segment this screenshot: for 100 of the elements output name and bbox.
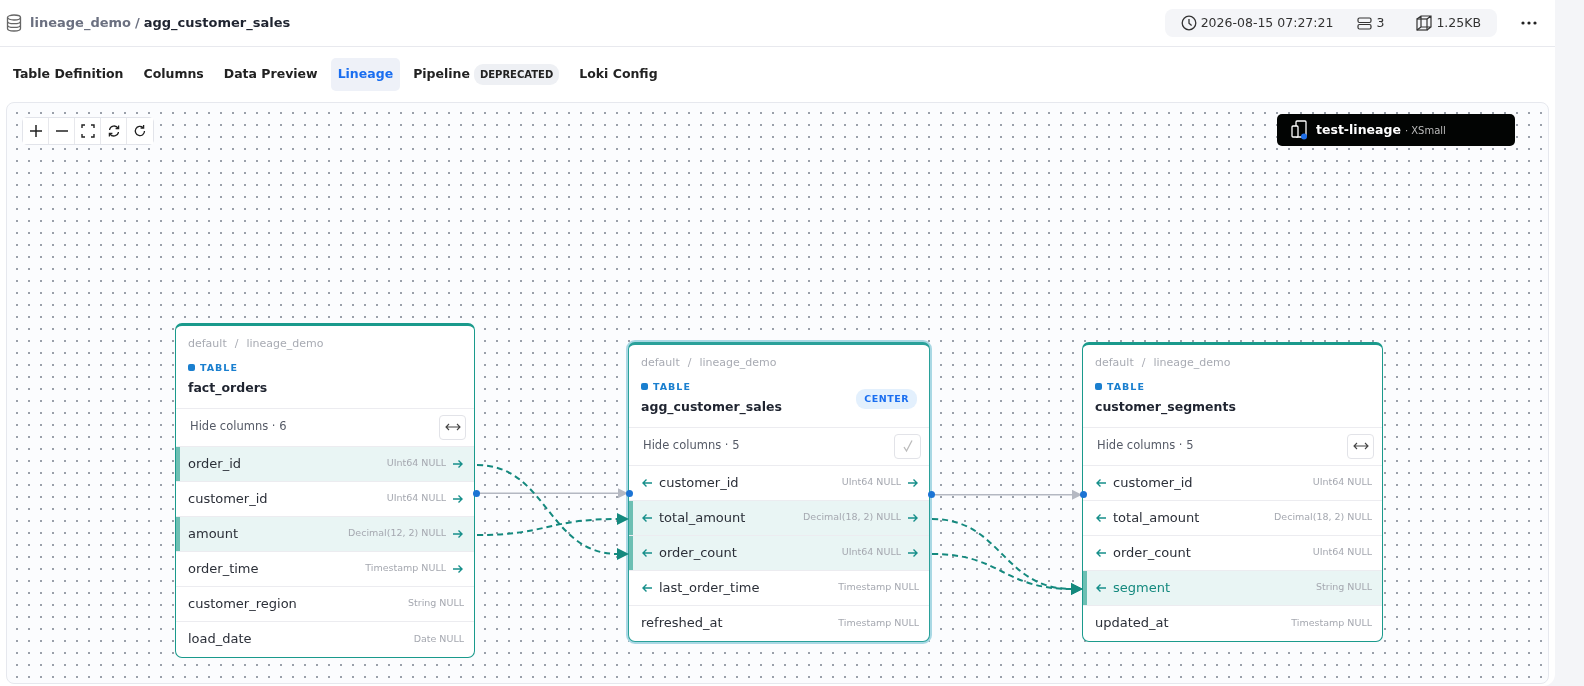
tab[interactable]: Loki Config	[572, 58, 665, 91]
tab[interactable]: Columns	[136, 58, 211, 91]
column-name: segment	[1113, 578, 1172, 597]
path-separator: /	[234, 336, 239, 352]
expand-icon[interactable]	[444, 423, 461, 431]
column-row[interactable]: order_count UInt64 NULL	[1083, 535, 1382, 571]
table-node[interactable]	[628, 342, 930, 642]
left-arrow-icon	[1095, 582, 1107, 593]
right-arrow-icon	[907, 477, 919, 488]
right-arrow-icon	[452, 563, 464, 574]
handle-dot[interactable]	[927, 491, 935, 499]
left-arrow-icon	[1095, 477, 1107, 488]
column-row[interactable]: customer_id UInt64 NULL	[176, 481, 474, 517]
column-type: UInt64 NULL	[841, 545, 901, 560]
node-type: TABLE	[1107, 379, 1145, 394]
column-name: order_id	[188, 454, 243, 473]
table-node[interactable]: default / lineage_demo TABLE customer_segments Hide columns · 5 customer_id UInt64 NULL total_amount Decimal(18, 2) NULL order_count UInt64 NULL segment String NULL updated_at Timestamp NULL	[1082, 342, 1383, 642]
more-icon[interactable]	[1521, 21, 1537, 25]
database-name: lineage_demo	[699, 355, 777, 371]
deprecated-tag: DEPRECATED	[473, 64, 560, 85]
column-type: UInt64 NULL	[386, 456, 446, 471]
column-type: UInt64 NULL	[386, 491, 446, 506]
catalog-name: default	[1095, 355, 1134, 371]
column-row[interactable]: order_id UInt64 NULL	[176, 446, 474, 482]
node-title: fact_orders	[188, 378, 268, 398]
left-arrow-icon	[641, 477, 653, 488]
tab[interactable]: Lineage	[330, 58, 401, 91]
tab[interactable]: Table Definition	[6, 58, 131, 91]
warehouse-chip[interactable]: test-lineage · XSmall	[1277, 114, 1515, 146]
expand-icon[interactable]	[1352, 442, 1369, 450]
table-type-icon	[188, 364, 195, 372]
database-name: lineage_demo	[246, 336, 324, 352]
column-row[interactable]: segment String NULL	[1083, 570, 1382, 606]
path-separator: /	[687, 355, 692, 371]
right-arrow-icon	[452, 528, 464, 539]
column-name: order_count	[1113, 543, 1192, 562]
updated-time: 2026-08-15 07:27:21	[1200, 13, 1334, 32]
handle-dot[interactable]	[472, 489, 480, 497]
parts-count: 3	[1376, 13, 1385, 32]
database-name: lineage_demo	[1153, 355, 1231, 371]
column-row[interactable]: customer_id UInt64 NULL	[629, 465, 929, 501]
column-type: String NULL	[407, 596, 464, 611]
reload-icon[interactable]	[133, 124, 147, 138]
column-name: customer_region	[188, 594, 298, 613]
right-arrow-icon	[452, 493, 464, 504]
column-name: order_count	[659, 543, 738, 562]
table-title: agg_customer_sales	[143, 14, 291, 33]
column-row[interactable]: total_amount Decimal(18, 2) NULL	[1083, 500, 1382, 536]
column-row[interactable]: updated_at Timestamp NULL	[1083, 605, 1382, 641]
column-name: amount	[188, 524, 240, 543]
table-node[interactable]	[175, 323, 475, 658]
column-type: Timestamp NULL	[1291, 615, 1372, 630]
column-type: Timestamp NULL	[838, 580, 919, 595]
left-arrow-icon	[1095, 547, 1107, 558]
column-type: UInt64 NULL	[1312, 545, 1372, 560]
catalog-name: default	[188, 336, 227, 352]
database-link[interactable]: lineage_demo	[30, 13, 131, 33]
column-row[interactable]: last_order_time Timestamp NULL	[629, 570, 929, 606]
column-row[interactable]: amount Decimal(12, 2) NULL	[176, 516, 474, 552]
column-type: Date NULL	[413, 631, 464, 646]
tab[interactable]: Data Preview	[216, 58, 325, 91]
right-arrow-icon	[907, 512, 919, 523]
column-type: Timestamp NULL	[838, 615, 919, 630]
column-row[interactable]: refreshed_at Timestamp NULL	[629, 605, 929, 641]
column-row[interactable]: customer_id UInt64 NULL	[1083, 465, 1382, 501]
warehouse-size: · XSmall	[1404, 123, 1446, 138]
column-name: customer_id	[1113, 473, 1194, 492]
right-arrow-icon	[907, 547, 919, 558]
refresh-icon[interactable]	[106, 124, 121, 138]
tab[interactable]: Pipeline DEPRECATED	[406, 57, 567, 92]
column-row[interactable]: order_count UInt64 NULL	[629, 535, 929, 571]
hide-columns-label: Hide columns · 6	[190, 418, 287, 436]
column-type: String NULL	[1315, 580, 1372, 595]
zoom-in-icon[interactable]	[28, 124, 43, 138]
left-arrow-icon	[1095, 512, 1107, 523]
column-row[interactable]: order_time Timestamp NULL	[176, 551, 474, 587]
column-type: Decimal(12, 2) NULL	[348, 526, 446, 541]
hide-columns-label: Hide columns · 5	[1097, 437, 1194, 455]
hide-columns-label: Hide columns · 5	[643, 437, 740, 455]
column-name: total_amount	[1113, 508, 1201, 527]
right-arrow-icon	[452, 458, 464, 469]
column-name: last_order_time	[659, 578, 761, 597]
fit-view-icon[interactable]	[80, 124, 95, 138]
column-name: order_time	[188, 559, 260, 578]
column-name: updated_at	[1095, 614, 1170, 633]
path-separator: /	[1141, 355, 1146, 371]
column-name: total_amount	[659, 508, 747, 527]
center-tag: CENTER	[856, 389, 917, 410]
clock-icon	[1180, 15, 1197, 31]
column-row[interactable]: total_amount Decimal(18, 2) NULL	[629, 500, 929, 536]
node-type: TABLE	[653, 379, 691, 394]
column-row[interactable]: customer_region String NULL	[176, 586, 474, 622]
left-arrow-icon	[641, 512, 653, 523]
breadcrumb-separator: /	[135, 14, 140, 33]
column-name: customer_id	[188, 489, 269, 508]
column-name: refreshed_at	[641, 614, 724, 633]
warehouse-name: test-lineage	[1316, 120, 1401, 139]
node-title: customer_segments	[1095, 397, 1236, 417]
catalog-name: default	[641, 355, 680, 371]
column-row[interactable]: load_date Date NULL	[176, 621, 474, 657]
